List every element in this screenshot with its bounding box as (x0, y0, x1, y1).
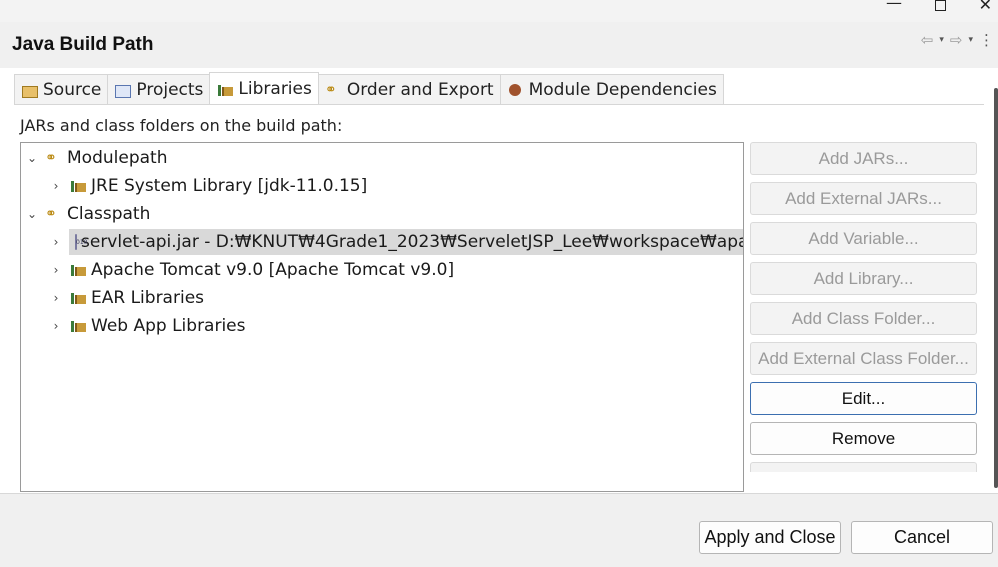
dialog-footer (0, 493, 998, 567)
tab-label: Module Dependencies (528, 79, 717, 100)
edit-button[interactable]: Edit... (750, 382, 977, 415)
vertical-scrollbar[interactable] (994, 88, 998, 488)
tree-node-label: Apache Tomcat v9.0 [Apache Tomcat v9.0] (91, 260, 455, 280)
tree-node-jre-system-library[interactable]: › JRE System Library [jdk-11.0.15] (21, 173, 743, 199)
tree-node-label: Modulepath (67, 148, 168, 168)
tree-node-classpath[interactable]: ⌄ ⚭ Classpath (21, 201, 743, 227)
chevron-down-icon[interactable]: ⌄ (25, 151, 39, 165)
library-icon (69, 261, 87, 279)
maximize-icon[interactable] (935, 0, 946, 11)
tab-projects[interactable]: Projects (107, 74, 211, 104)
add-jars-button[interactable]: Add JARs... (750, 142, 977, 175)
tree-node-label: EAR Libraries (91, 288, 205, 308)
add-external-class-folder-button[interactable]: Add External Class Folder... (750, 342, 977, 375)
history-nav: ⇦ ▾ ⇨ ▾ ⋮ (921, 30, 994, 50)
library-icon (69, 177, 87, 195)
tab-libraries[interactable]: Libraries (209, 72, 319, 104)
chevron-right-icon[interactable]: › (49, 179, 63, 193)
tab-order-and-export[interactable]: ⚭ Order and Export (317, 74, 501, 104)
tree-node-label: servlet-api.jar - D:₩KNUT₩4Grade1_2023₩S… (81, 232, 744, 252)
apply-and-close-button[interactable]: Apply and Close (699, 521, 841, 554)
chevron-right-icon[interactable]: › (49, 291, 63, 305)
container-path-icon: ⚭ (45, 150, 57, 166)
tree-node-label: Web App Libraries (91, 316, 246, 336)
chevron-right-icon[interactable]: › (49, 235, 63, 249)
chevron-down-icon[interactable]: ⌄ (25, 207, 39, 221)
projects-icon (114, 82, 132, 98)
more-button[interactable] (750, 462, 977, 472)
add-external-jars-button[interactable]: Add External JARs... (750, 182, 977, 215)
close-icon[interactable]: ✕ (979, 0, 992, 13)
window-title-bar: — ✕ (0, 0, 998, 22)
module-icon (507, 82, 523, 98)
build-path-description: JARs and class folders on the build path… (20, 116, 343, 135)
tab-label: Projects (136, 79, 204, 100)
chevron-right-icon[interactable]: › (49, 319, 63, 333)
tab-source[interactable]: Source (14, 74, 109, 104)
jar-file-icon (75, 234, 87, 250)
cancel-button[interactable]: Cancel (851, 521, 993, 554)
tree-node-servlet-api-jar[interactable]: servlet-api.jar - D:₩KNUT₩4Grade1_2023₩S… (69, 229, 744, 255)
tab-label: Order and Export (346, 79, 494, 100)
add-variable-button[interactable]: Add Variable... (750, 222, 977, 255)
library-actions: Add JARs... Add External JARs... Add Var… (750, 142, 977, 479)
add-class-folder-button[interactable]: Add Class Folder... (750, 302, 977, 335)
library-icon (69, 317, 87, 335)
tree-node-ear-libraries[interactable]: › EAR Libraries (21, 285, 743, 311)
minimize-icon[interactable]: — (886, 0, 902, 11)
back-arrow-icon[interactable]: ⇦ (921, 30, 934, 50)
remove-button[interactable]: Remove (750, 422, 977, 455)
tree-node-apache-tomcat[interactable]: › Apache Tomcat v9.0 [Apache Tomcat v9.0… (21, 257, 743, 283)
library-icon (69, 289, 87, 307)
libraries-icon (216, 81, 234, 97)
add-library-button[interactable]: Add Library... (750, 262, 977, 295)
tree-node-label: JRE System Library [jdk-11.0.15] (91, 176, 368, 196)
back-dropdown-icon[interactable]: ▾ (939, 30, 944, 50)
tab-bar: Source Projects Libraries ⚭ Order and Ex… (14, 72, 724, 104)
tab-module-dependencies[interactable]: Module Dependencies (499, 74, 724, 104)
build-path-tree[interactable]: ⌄ ⚭ Modulepath › JRE System Library [jdk… (20, 142, 744, 492)
chevron-right-icon[interactable]: › (49, 263, 63, 277)
forward-arrow-icon[interactable]: ⇨ (950, 30, 963, 50)
view-menu-icon[interactable]: ⋮ (979, 30, 994, 50)
tree-node-label: Classpath (67, 204, 151, 224)
tab-label: Libraries (238, 78, 312, 99)
source-folder-icon (21, 82, 38, 98)
page-title: Java Build Path (12, 34, 154, 55)
order-export-icon: ⚭ (324, 81, 337, 98)
forward-dropdown-icon[interactable]: ▾ (968, 30, 973, 50)
tree-node-modulepath[interactable]: ⌄ ⚭ Modulepath (21, 145, 743, 171)
tab-label: Source (43, 79, 102, 100)
container-path-icon: ⚭ (45, 206, 57, 222)
tree-node-web-app-libraries[interactable]: › Web App Libraries (21, 313, 743, 339)
